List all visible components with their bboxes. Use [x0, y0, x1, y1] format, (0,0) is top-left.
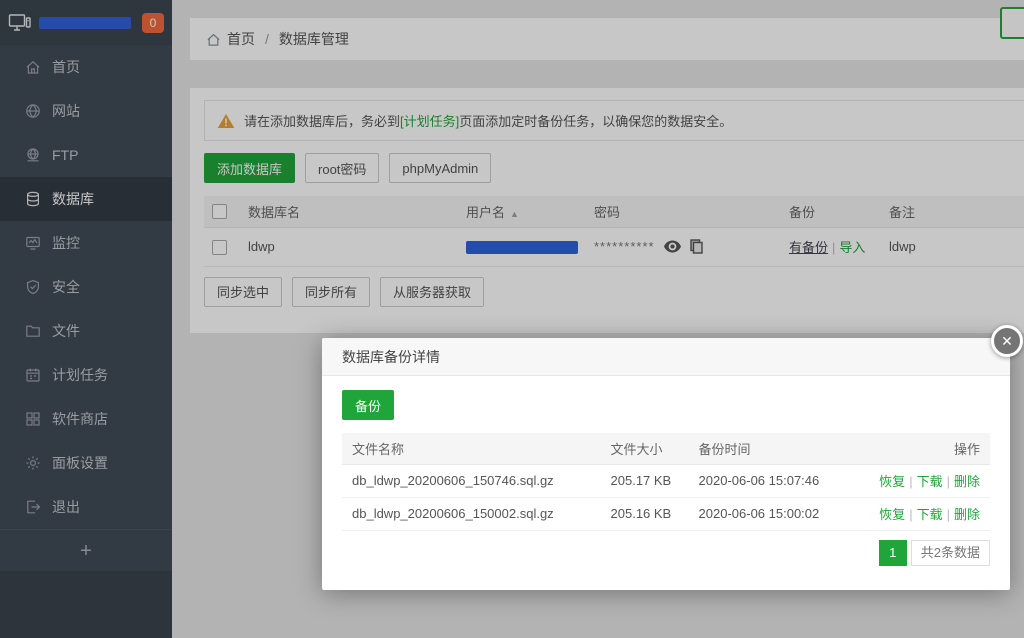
- link-separator: |: [909, 474, 912, 489]
- backup-detail-modal: ✕ 数据库备份详情 备份 文件名称 文件大小 备份时间 操作 db_ld: [322, 338, 1010, 590]
- col-operations: 操作: [869, 433, 990, 464]
- delete-link[interactable]: 删除: [954, 507, 980, 522]
- download-link[interactable]: 下载: [917, 474, 943, 489]
- backup-now-button[interactable]: 备份: [342, 390, 394, 420]
- backup-file-name: db_ldwp_20200606_150746.sql.gz: [342, 464, 601, 497]
- col-file-size: 文件大小: [601, 433, 689, 464]
- app-root: 0 首页 网站 FTP 数据库 监控: [0, 0, 1024, 638]
- restore-link[interactable]: 恢复: [879, 507, 905, 522]
- backup-file-size: 205.16 KB: [601, 497, 689, 530]
- modal-title: 数据库备份详情: [342, 347, 440, 367]
- download-link[interactable]: 下载: [917, 507, 943, 522]
- col-backup-time: 备份时间: [689, 433, 870, 464]
- close-icon[interactable]: ✕: [991, 325, 1023, 357]
- backup-file-name: db_ldwp_20200606_150002.sql.gz: [342, 497, 601, 530]
- backup-row: db_ldwp_20200606_150002.sql.gz 205.16 KB…: [342, 497, 990, 530]
- modal-title-bar: 数据库备份详情: [322, 338, 1010, 376]
- total-count: 共2条数据: [911, 540, 990, 566]
- backup-table: 文件名称 文件大小 备份时间 操作 db_ldwp_20200606_15074…: [342, 433, 990, 531]
- link-separator: |: [947, 507, 950, 522]
- pagination: 1 共2条数据: [342, 540, 990, 566]
- link-separator: |: [909, 507, 912, 522]
- backup-file-size: 205.17 KB: [601, 464, 689, 497]
- col-file-name: 文件名称: [342, 433, 601, 464]
- link-separator: |: [947, 474, 950, 489]
- backup-time: 2020-06-06 15:07:46: [689, 464, 870, 497]
- backup-time: 2020-06-06 15:00:02: [689, 497, 870, 530]
- restore-link[interactable]: 恢复: [879, 474, 905, 489]
- page-number[interactable]: 1: [879, 540, 907, 566]
- backup-header-row: 文件名称 文件大小 备份时间 操作: [342, 433, 990, 464]
- modal-body: 备份 文件名称 文件大小 备份时间 操作 db_ldwp_20200606_15…: [322, 376, 1010, 566]
- delete-link[interactable]: 删除: [954, 474, 980, 489]
- backup-row: db_ldwp_20200606_150746.sql.gz 205.17 KB…: [342, 464, 990, 497]
